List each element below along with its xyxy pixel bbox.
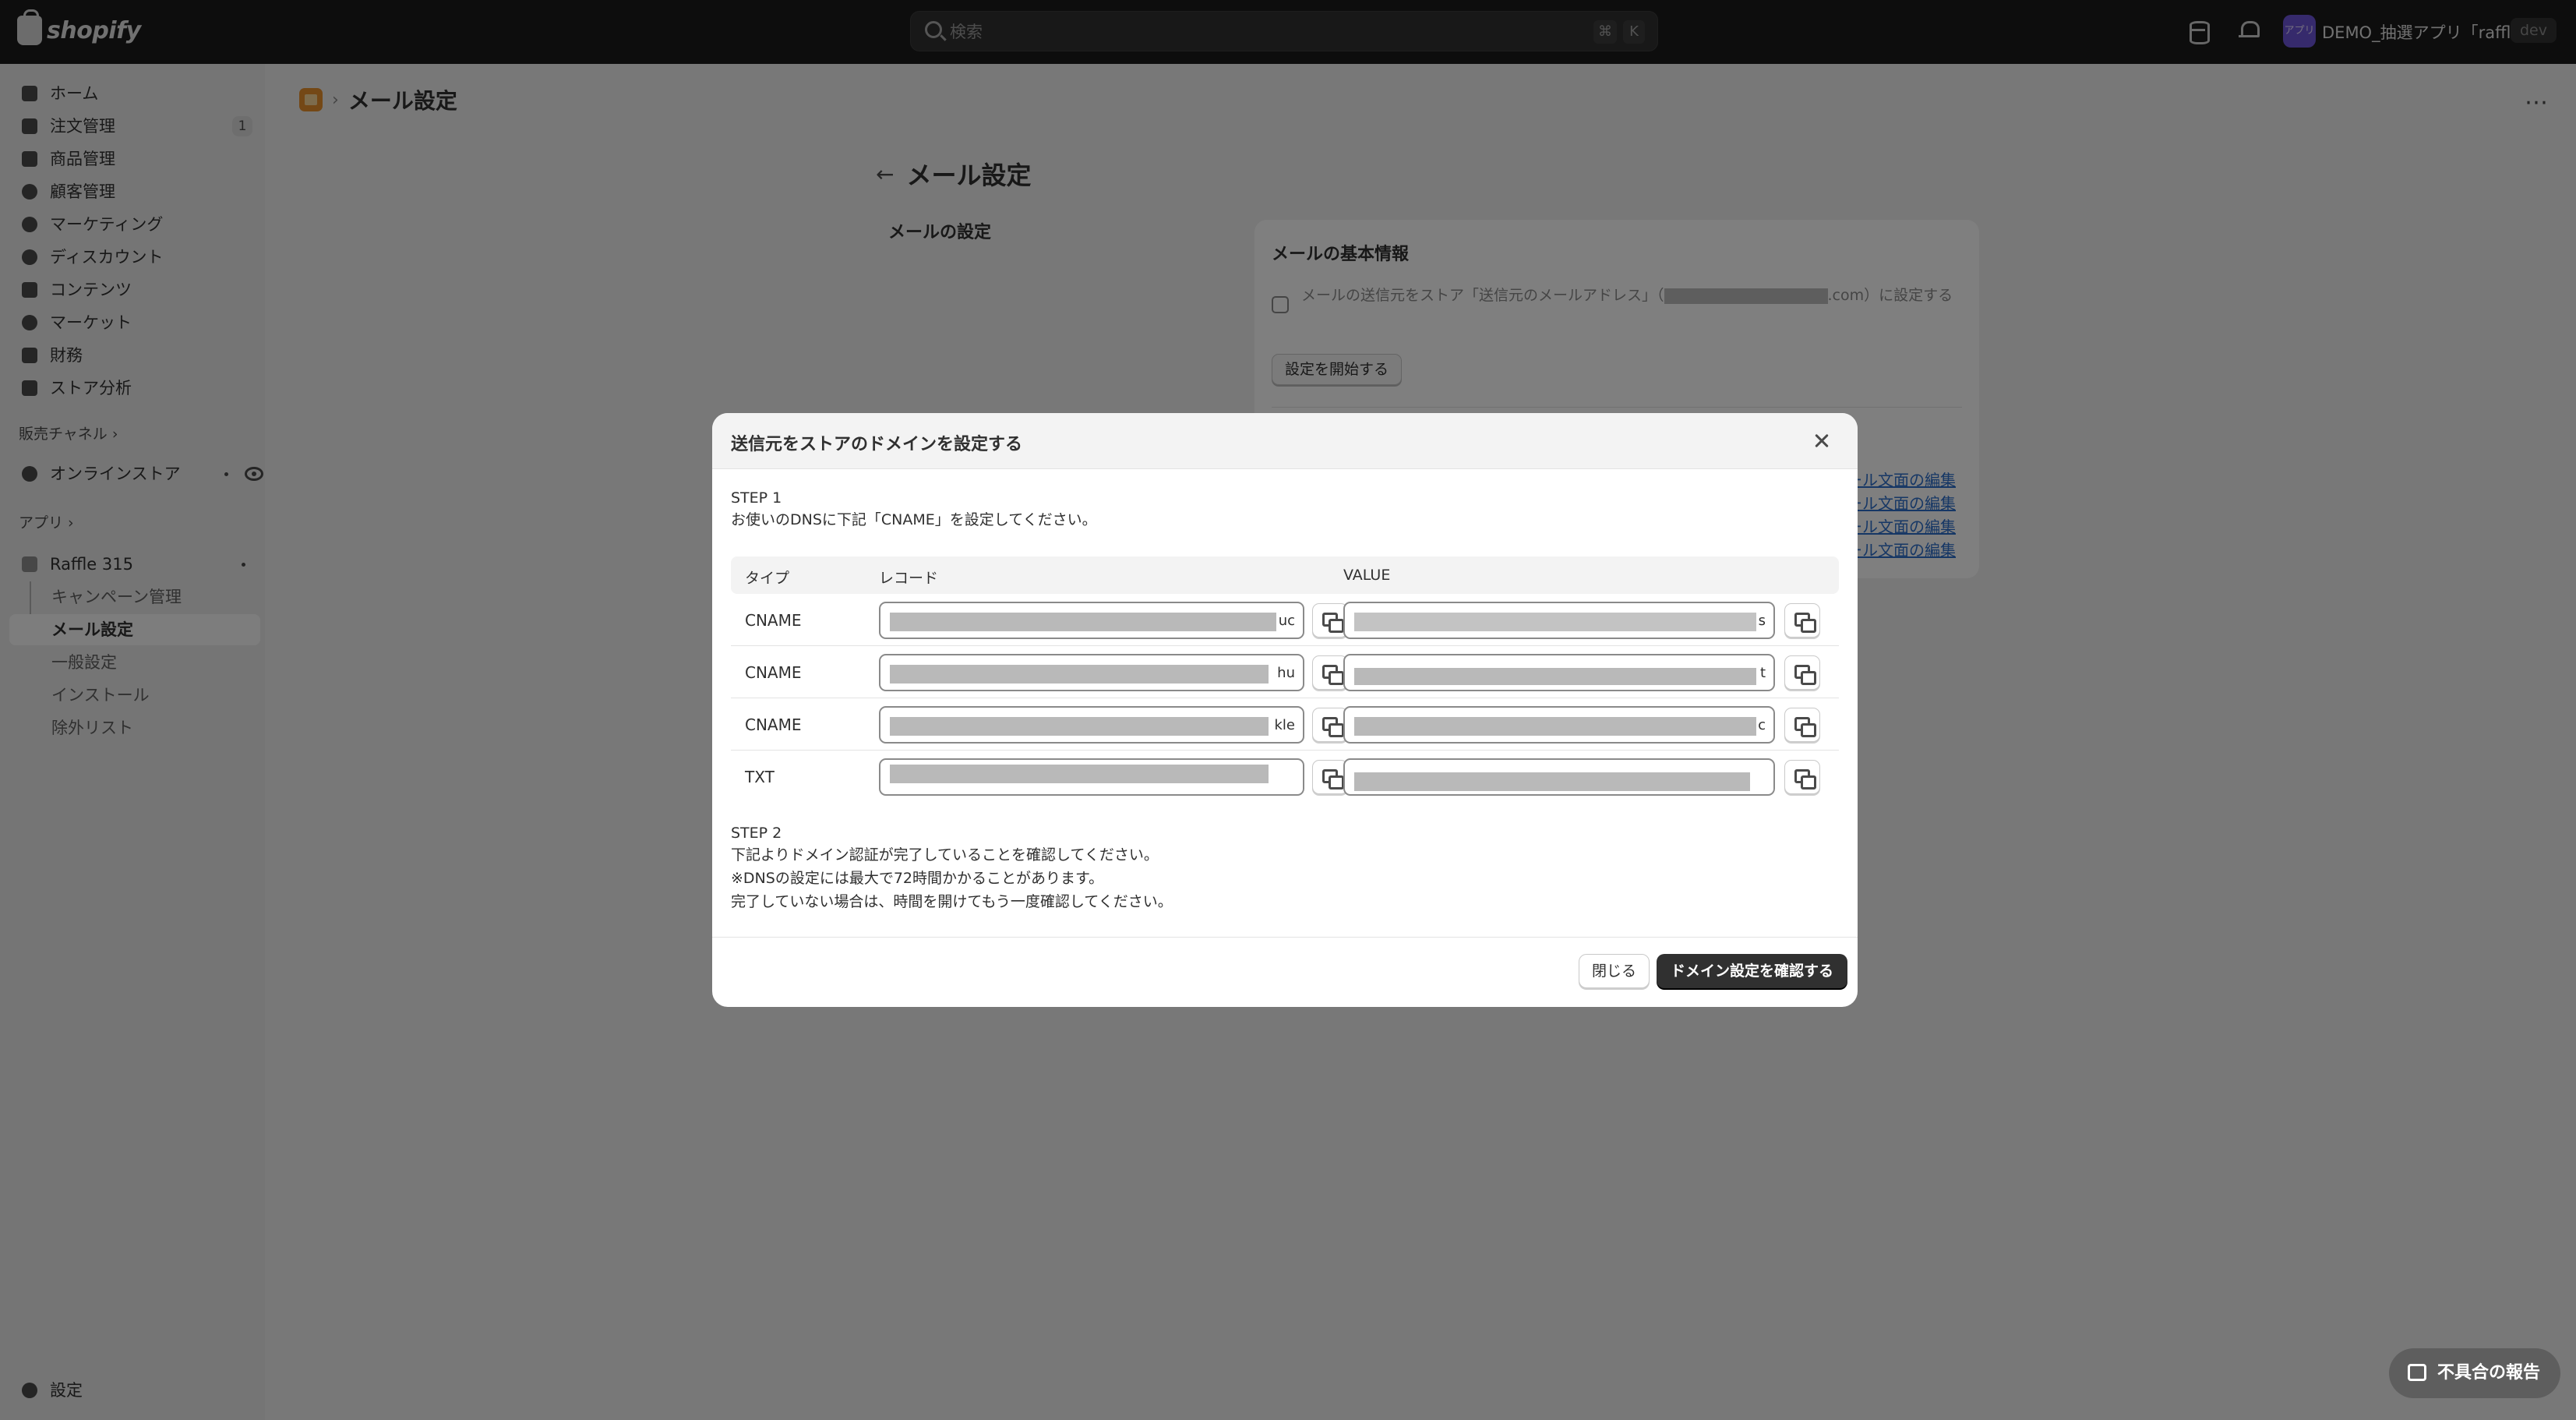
dns-row: CNAME hu t: [731, 646, 1839, 698]
copy-icon: [1794, 665, 1816, 685]
copy-value-button[interactable]: [1784, 603, 1820, 638]
dns-row: CNAME uc s: [731, 594, 1839, 646]
record-field[interactable]: hu: [879, 654, 1304, 691]
step1-label: STEP 1: [731, 489, 782, 507]
column-header-type: タイプ: [745, 570, 790, 587]
record-tail: uc: [1278, 613, 1295, 629]
copy-icon: [1322, 665, 1344, 685]
step2-label: STEP 2: [731, 825, 782, 842]
record-field[interactable]: uc: [879, 602, 1304, 639]
record-type: CNAME: [745, 715, 802, 734]
value-field[interactable]: t: [1343, 654, 1775, 691]
record-field[interactable]: [879, 758, 1304, 796]
feedback-icon: [2408, 1364, 2426, 1381]
close-button[interactable]: 閉じる: [1579, 954, 1650, 988]
copy-value-button[interactable]: [1784, 760, 1820, 794]
redacted-text: [890, 665, 1269, 684]
value-tail: c: [1758, 717, 1766, 733]
step2-line: 下記よりドメイン認証が完了していることを確認してください。: [731, 846, 1159, 864]
value-tail: t: [1759, 665, 1766, 681]
column-header-value: VALUE: [1343, 567, 1391, 584]
close-icon[interactable]: [1811, 430, 1833, 452]
domain-setup-modal: 送信元をストアのドメインを設定する STEP 1 お使いのDNSに下記「CNAM…: [712, 413, 1858, 1007]
dns-table-header: タイプ レコード VALUE: [731, 556, 1839, 594]
modal-title: 送信元をストアのドメインを設定する: [731, 435, 1023, 454]
copy-icon: [1794, 769, 1816, 789]
redacted-text: [890, 613, 1276, 631]
redacted-text: [890, 765, 1269, 783]
record-tail: kle: [1274, 717, 1296, 733]
redacted-text: [1354, 668, 1756, 685]
redacted-text: [1354, 613, 1756, 631]
report-issue-label: 不具合の報告: [2437, 1363, 2541, 1383]
confirm-domain-button[interactable]: ドメイン設定を確認する: [1657, 954, 1848, 988]
redacted-text: [1354, 717, 1756, 736]
value-field[interactable]: [1343, 758, 1775, 796]
value-field[interactable]: c: [1343, 706, 1775, 744]
modal-header: 送信元をストアのドメインを設定する: [712, 413, 1858, 469]
redacted-text: [890, 717, 1269, 736]
copy-icon: [1322, 613, 1344, 633]
value-field[interactable]: s: [1343, 602, 1775, 639]
step2-line: 完了していない場合は、時間を開けてもう一度確認してください。: [731, 893, 1173, 910]
copy-icon: [1794, 613, 1816, 633]
modal-footer-divider: [712, 937, 1858, 938]
step2-line: ※DNSの設定には最大で72時間かかることがあります。: [731, 870, 1104, 887]
copy-icon: [1794, 717, 1816, 737]
copy-icon: [1322, 769, 1344, 789]
redacted-text: [1354, 772, 1750, 791]
record-field[interactable]: kle: [879, 706, 1304, 744]
dns-row: TXT: [731, 751, 1839, 803]
column-header-record: レコード: [879, 570, 939, 587]
record-tail: hu: [1277, 665, 1295, 681]
copy-value-button[interactable]: [1784, 708, 1820, 742]
copy-icon: [1322, 717, 1344, 737]
record-type: CNAME: [745, 611, 802, 630]
copy-value-button[interactable]: [1784, 655, 1820, 690]
record-type: TXT: [745, 768, 775, 786]
record-type: CNAME: [745, 663, 802, 682]
step1-text: お使いのDNSに下記「CNAME」を設定してください。: [731, 511, 1097, 528]
value-tail: s: [1758, 613, 1766, 629]
report-issue-button[interactable]: 不具合の報告: [2389, 1348, 2561, 1398]
dns-row: CNAME kle c: [731, 698, 1839, 751]
